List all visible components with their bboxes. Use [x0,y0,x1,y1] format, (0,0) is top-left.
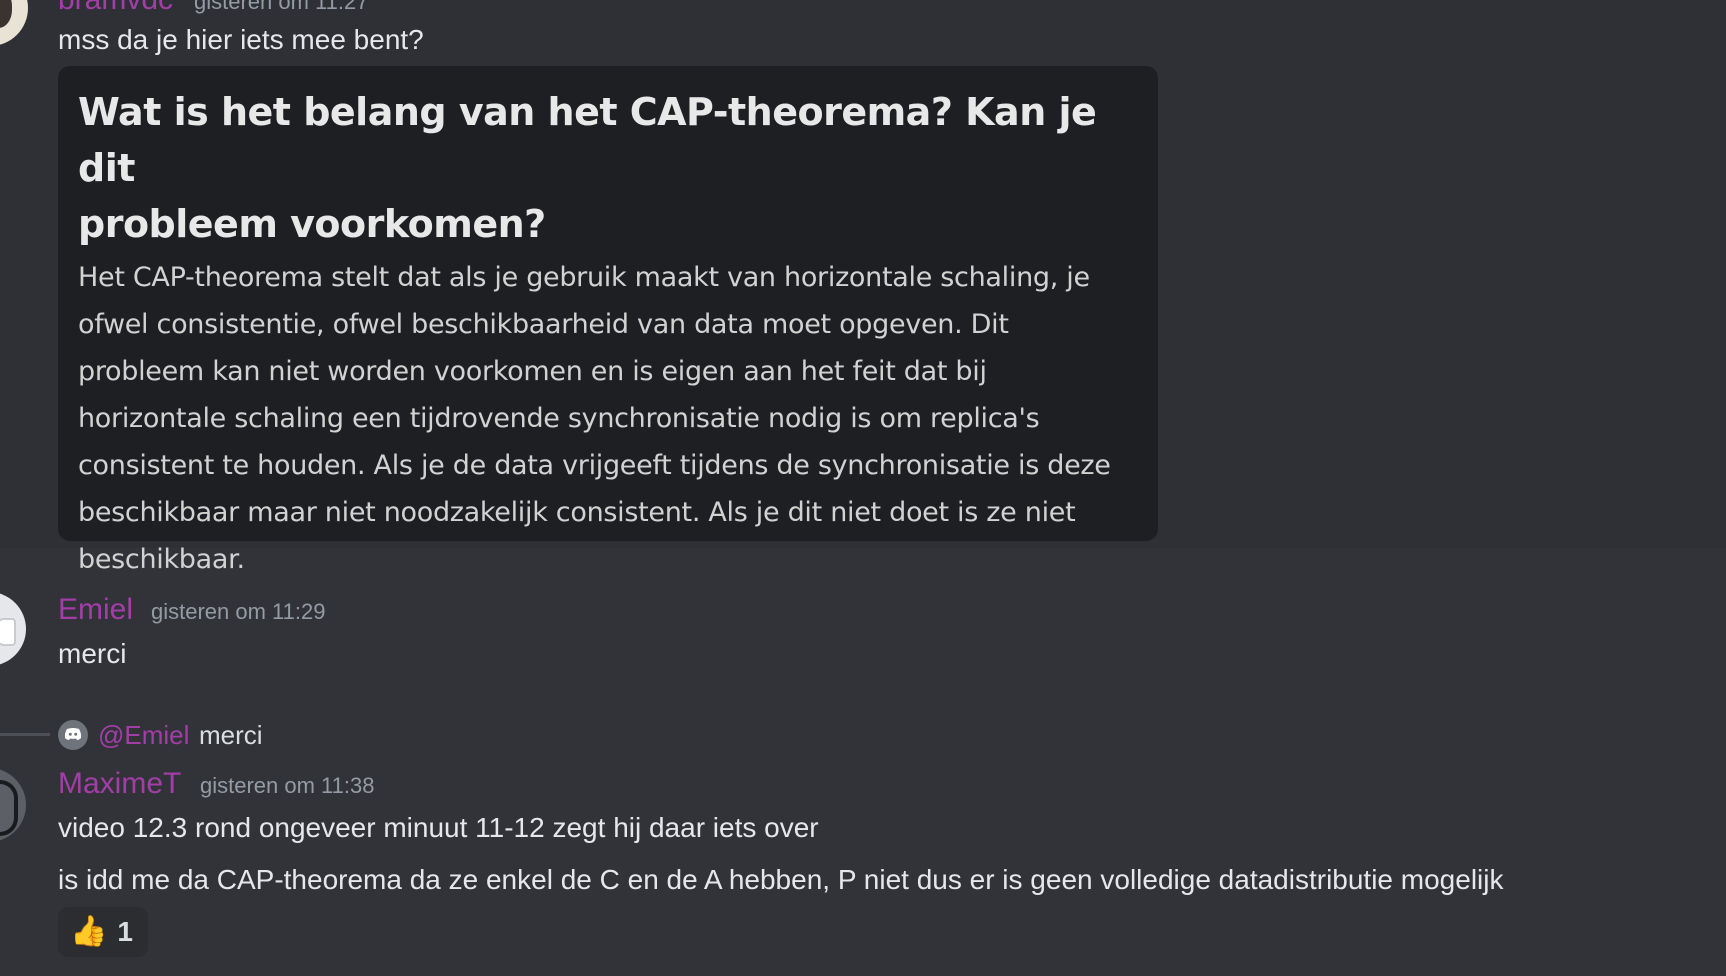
discord-icon [58,720,88,750]
reply-preview-text[interactable]: merci [199,718,263,752]
reply-mention[interactable]: @Emiel [98,718,189,752]
reply-connector [0,733,50,736]
discord-logo-icon [64,728,82,740]
thumbs-up-icon: 👍 [70,915,108,948]
username[interactable]: bramvdc [58,0,173,18]
message-text: mss da je hier iets mee bent? [58,24,424,55]
avatar-image [0,780,18,836]
attachment-body-line: horizontale schaling een tijdrovende syn… [78,403,1040,434]
username[interactable]: MaximeT [58,766,181,802]
avatar-image [0,0,12,28]
timestamp: gisteren om 11:38 [200,773,375,798]
attachment-body-line: ofwel consistentie, ofwel beschikbaarhei… [78,309,1009,340]
attachment-title-line: Wat is het belang van het CAP-theorema? … [78,90,1097,190]
username[interactable]: Emiel [58,592,133,628]
attachment-body-line: consistent te houden. Als je de data vri… [78,450,1111,481]
attachment-body-line: beschikbaar maar niet noodzakelijk consi… [78,497,1076,528]
attachment-body-line: probleem kan niet worden voorkomen en is… [78,356,987,387]
message-text: merci [58,638,127,669]
avatar-image [0,618,16,646]
avatar[interactable] [0,768,26,842]
attachment-title-line: probleem voorkomen? [78,202,546,246]
reaction-button[interactable]: 👍 1 [58,907,148,957]
timestamp: gisteren om 11:29 [151,599,326,624]
attachment-body-line: beschikbaar. [78,544,245,575]
attachment-title: Wat is het belang van het CAP-theorema? … [78,84,1138,252]
message-text: is idd me da CAP-theorema da ze enkel de… [58,864,1504,895]
image-attachment[interactable]: Wat is het belang van het CAP-theorema? … [58,66,1158,575]
attachment-body-line: Het CAP-theorema stelt dat als je gebrui… [78,262,1090,293]
reaction-count: 1 [117,916,133,947]
timestamp: gisteren om 11:27 [194,0,369,14]
message-text: video 12.3 rond ongeveer minuut 11-12 ze… [58,812,819,843]
attachment-body: Het CAP-theorema stelt dat als je gebrui… [78,254,1138,583]
avatar[interactable] [0,592,26,666]
